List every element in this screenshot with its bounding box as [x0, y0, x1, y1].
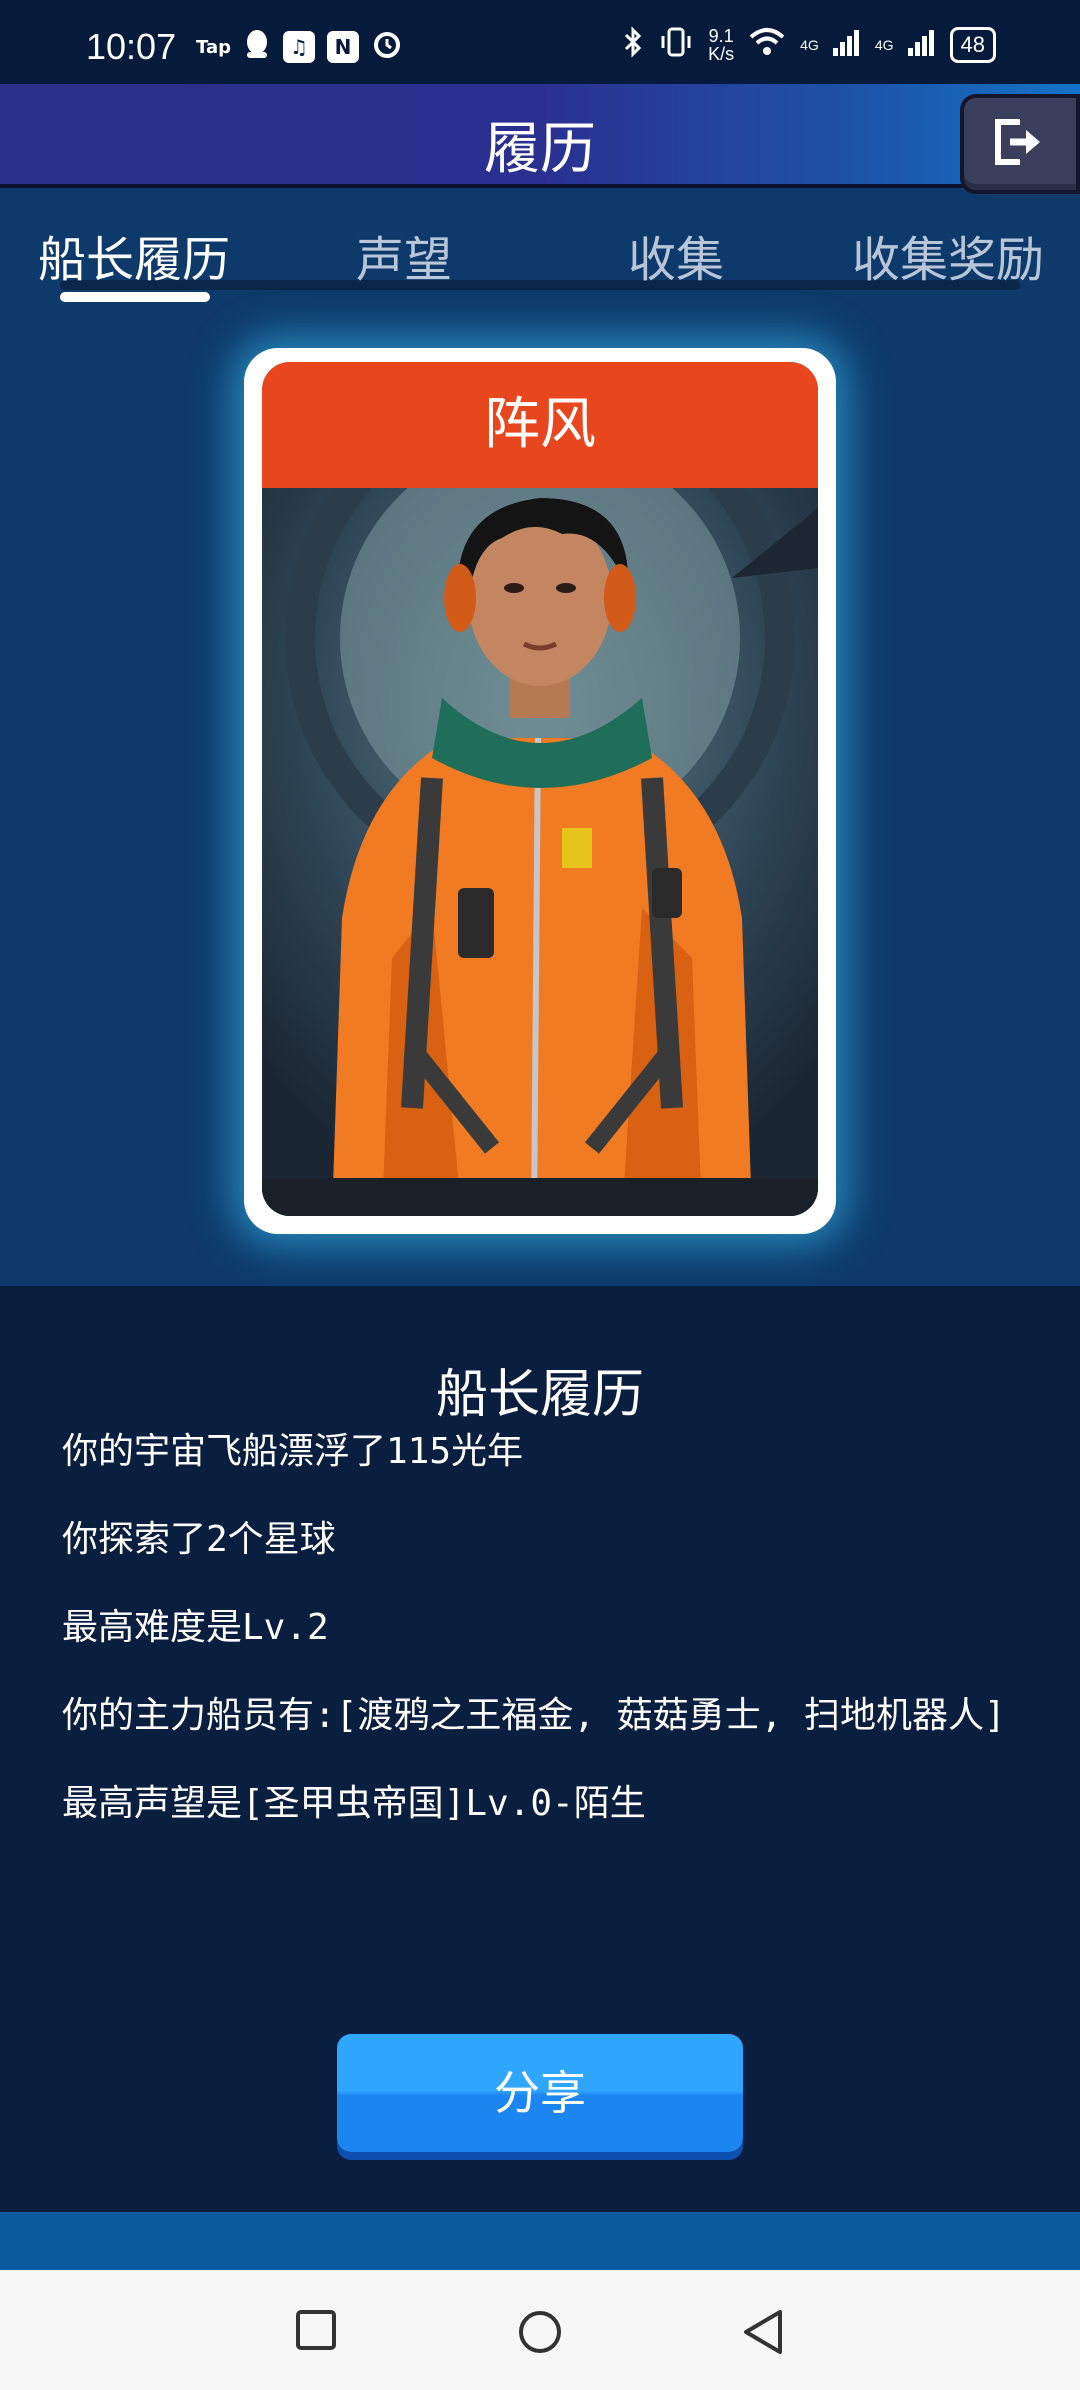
bluetooth-icon: [622, 26, 644, 64]
resume-lines: 你的宇宙飞船漂浮了115光年 你探索了2个星球 最高难度是Lv.2 你的主力船员…: [62, 1428, 1022, 1868]
resume-line-crew: 你的主力船员有:[渡鸦之王福金, 菇菇勇士, 扫地机器人]: [62, 1695, 1006, 1736]
tab-collection[interactable]: 收集: [628, 220, 724, 290]
character-card[interactable]: 阵风: [244, 348, 836, 1234]
tab-captain-resume[interactable]: 船长履历: [38, 220, 230, 290]
wifi-icon: [748, 27, 786, 63]
recent-apps-icon[interactable]: [294, 2308, 338, 2352]
status-right-icons: 9.1 K/s 4G 4G 48: [622, 26, 996, 64]
card-inner: 阵风: [262, 362, 818, 1216]
battery-indicator: 48: [949, 27, 996, 63]
tab-reputation[interactable]: 声望: [356, 220, 452, 290]
net-speed: 9.1 K/s: [708, 27, 734, 63]
card-title: 阵风: [262, 362, 818, 488]
exit-icon: [995, 119, 1040, 165]
system-nav-bar: [0, 2270, 1080, 2390]
bottom-strip: [0, 2212, 1080, 2270]
qq-icon: [243, 28, 271, 66]
resume-line-planets: 你探索了2个星球: [62, 1519, 336, 1560]
home-icon[interactable]: [516, 2308, 564, 2356]
music-app-icon: ♫: [283, 31, 315, 63]
share-button[interactable]: 分享: [337, 2034, 743, 2152]
resume-title: 船长履历: [435, 1365, 644, 1425]
alarm-icon: [371, 28, 403, 66]
net-speed-unit: K/s: [708, 44, 735, 64]
captain-portrait: [262, 488, 818, 1216]
nfc-icon: N: [327, 31, 359, 63]
active-tab-indicator: [60, 292, 210, 302]
resume-line-reputation: 最高声望是[圣甲虫帝国]Lv.0-陌生: [62, 1783, 646, 1824]
tab-collection-rewards[interactable]: 收集奖励: [852, 220, 1044, 290]
exit-button[interactable]: [960, 94, 1080, 194]
signal-icon-2: [907, 28, 936, 62]
page-header: 履历: [0, 84, 1080, 188]
resume-line-difficulty: 最高难度是Lv.2: [62, 1607, 329, 1648]
signal-icon-1: [832, 28, 861, 62]
status-left-icons: Tap ♫ N: [196, 28, 403, 66]
net-speed-value: 9.1: [708, 26, 734, 46]
vibrate-icon: [658, 26, 694, 64]
signal-label-1: 4G: [800, 37, 819, 53]
page-title: 履历: [484, 117, 596, 182]
signal-label-2: 4G: [874, 37, 894, 53]
status-bar: 10:07 Tap ♫ N 9.1 K/s 4G 4G 48: [0, 0, 1080, 84]
resume-line-distance: 你的宇宙飞船漂浮了115光年: [62, 1431, 524, 1472]
status-time: 10:07: [86, 26, 177, 67]
tab-bar: 船长履历 声望 收集 收集奖励: [0, 200, 1080, 302]
tap-label: Tap: [196, 36, 231, 58]
back-icon[interactable]: [740, 2308, 786, 2356]
